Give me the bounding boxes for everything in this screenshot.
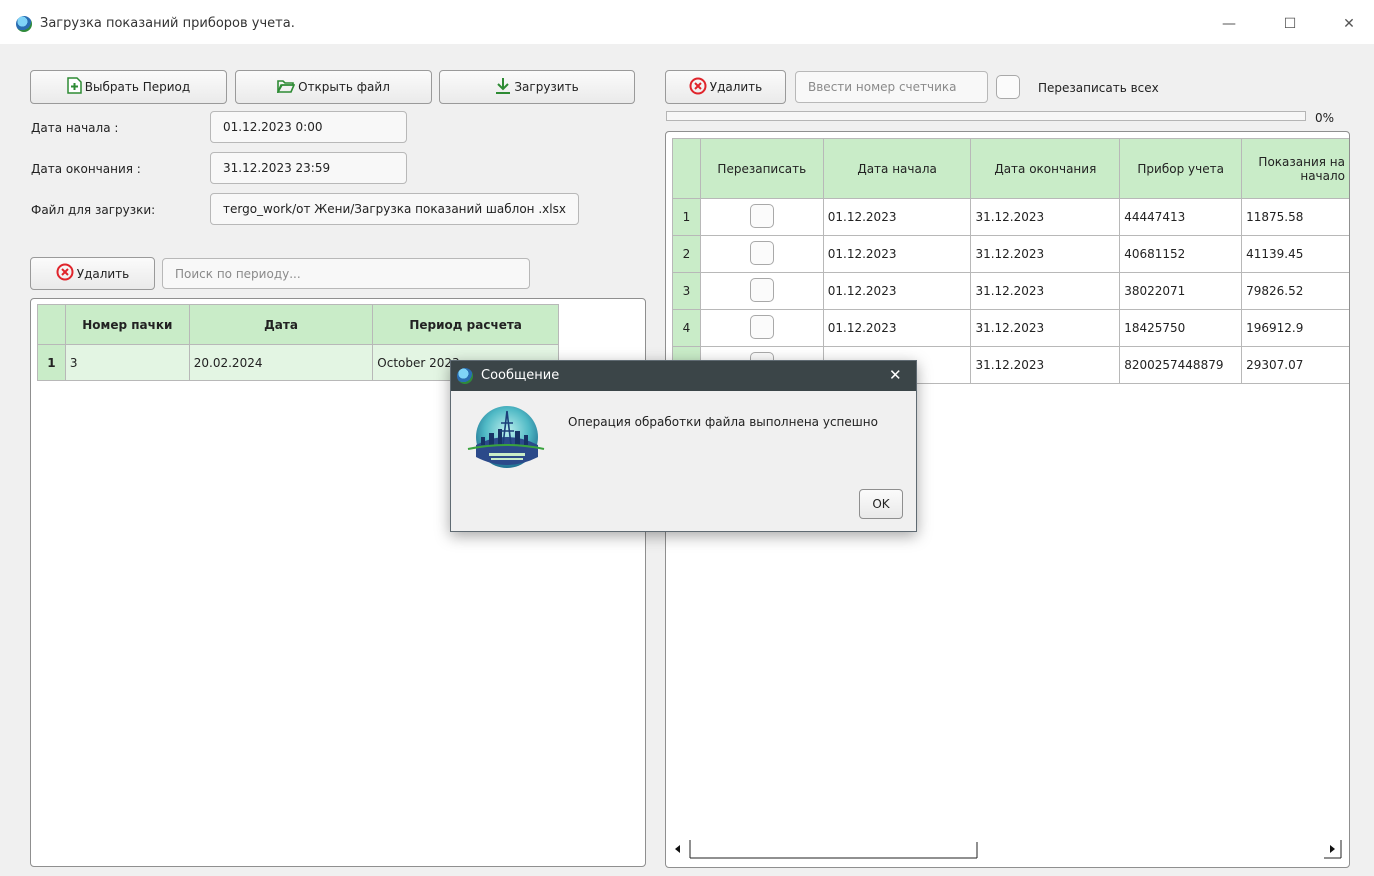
end-date-cell[interactable]: 31.12.2023 <box>970 309 1121 347</box>
app-window: Загрузка показаний приборов учета. — ☐ ✕… <box>0 0 1374 876</box>
table-row[interactable]: 1 01.12.2023 31.12.2023 44447413 11875.5… <box>672 198 1349 236</box>
reading-cell[interactable]: 196912.9 <box>1241 309 1349 347</box>
dialog-close-icon[interactable]: ✕ <box>889 366 902 384</box>
minimize-icon: — <box>1222 16 1236 32</box>
start-date-label: Дата начала : <box>31 121 119 135</box>
start-date-field[interactable]: 01.12.2023 0:00 <box>210 111 407 143</box>
file-label: Файл для загрузки: <box>31 203 156 217</box>
overwrite-all-label: Перезаписать всех <box>1038 81 1159 95</box>
end-date-cell[interactable]: 31.12.2023 <box>970 272 1121 310</box>
corner-cell <box>37 304 66 345</box>
end-date-cell[interactable]: 31.12.2023 <box>970 198 1121 236</box>
reading-cell[interactable]: 79826.52 <box>1241 272 1349 310</box>
start-date-cell[interactable]: 01.12.2023 <box>822 198 972 236</box>
readings-table: Перезаписать Дата начала Дата окончания … <box>672 138 1349 384</box>
scroll-left-arrow-icon[interactable] <box>675 845 680 853</box>
load-label: Загрузить <box>514 80 579 94</box>
download-icon <box>495 77 511 97</box>
overwrite-cell[interactable] <box>699 309 824 347</box>
open-file-label: Открыть файл <box>298 80 390 94</box>
end-date-label: Дата окончания : <box>31 162 141 176</box>
date-cell[interactable]: 20.02.2024 <box>188 344 374 381</box>
folder-open-icon <box>276 79 296 96</box>
end-date-cell[interactable]: 31.12.2023 <box>970 235 1121 273</box>
dialog-title-bar: Сообщение ✕ <box>451 361 916 391</box>
left-delete-label: Удалить <box>76 266 130 281</box>
open-file-button[interactable]: Открыть файл <box>235 70 432 104</box>
select-period-button[interactable]: Выбрать Период <box>30 70 227 104</box>
overwrite-cell[interactable] <box>699 272 824 310</box>
table-row[interactable]: 4 01.12.2023 31.12.2023 18425750 196912.… <box>672 309 1349 347</box>
column-header-date[interactable]: Дата <box>188 304 374 345</box>
overwrite-all-checkbox[interactable] <box>996 75 1020 99</box>
meter-cell[interactable]: 40681152 <box>1119 235 1243 273</box>
column-header-meter[interactable]: Прибор учета <box>1119 138 1243 199</box>
meter-cell[interactable]: 18425750 <box>1119 309 1243 347</box>
window-title: Загрузка показаний приборов учета. <box>40 16 295 31</box>
progress-percent: 0% <box>1315 111 1335 125</box>
row-number: 1 <box>672 198 701 236</box>
column-header-overwrite[interactable]: Перезаписать <box>699 138 824 199</box>
table-row[interactable]: 3 01.12.2023 31.12.2023 38022071 79826.5… <box>672 272 1349 310</box>
left-delete-button[interactable]: Удалить <box>30 257 155 290</box>
table-header-row: Перезаписать Дата начала Дата окончания … <box>672 138 1349 199</box>
row-number: 1 <box>37 344 66 381</box>
overwrite-checkbox[interactable] <box>749 203 774 228</box>
reading-cell[interactable]: 11875.58 <box>1241 198 1349 236</box>
end-date-cell[interactable]: 31.12.2023 <box>970 346 1121 384</box>
meter-number-input[interactable]: Ввести номер счетчика <box>795 71 988 103</box>
overwrite-cell[interactable] <box>699 198 824 236</box>
company-logo <box>467 403 545 475</box>
meter-cell[interactable]: 38022071 <box>1119 272 1243 310</box>
column-header-batch[interactable]: Номер пачки <box>64 304 190 345</box>
overwrite-checkbox[interactable] <box>749 240 774 265</box>
maximize-icon: ☐ <box>1283 16 1297 32</box>
meter-cell[interactable]: 8200257448879 <box>1119 346 1243 384</box>
table-row[interactable]: 2 01.12.2023 31.12.2023 40681152 41139.4… <box>672 235 1349 273</box>
corner-cell <box>672 138 701 199</box>
row-number: 3 <box>672 272 701 310</box>
close-icon: ✕ <box>1343 16 1355 32</box>
close-window-button[interactable]: ✕ <box>1326 9 1372 39</box>
minimize-button[interactable]: — <box>1206 9 1252 39</box>
column-header-period[interactable]: Период расчета <box>372 304 559 345</box>
row-number: 2 <box>672 235 701 273</box>
end-date-field[interactable]: 31.12.2023 23:59 <box>210 152 407 184</box>
select-period-label: Выбрать Период <box>84 80 191 94</box>
table-header-row: Номер пачки Дата Период расчета <box>37 304 559 345</box>
horizontal-scrollbar[interactable] <box>668 838 1344 860</box>
column-header-end-date[interactable]: Дата окончания <box>970 138 1121 199</box>
period-search-input[interactable]: Поиск по периоду... <box>162 258 530 289</box>
row-number: 4 <box>672 309 701 347</box>
add-file-icon <box>67 77 82 97</box>
start-date-cell[interactable]: 01.12.2023 <box>822 309 972 347</box>
maximize-button[interactable]: ☐ <box>1267 9 1313 39</box>
meter-cell[interactable]: 44447413 <box>1119 198 1243 236</box>
app-globe-icon <box>16 16 32 32</box>
dialog-title: Сообщение <box>481 368 560 383</box>
file-path-field[interactable]: тergo_work/от Жени/Загрузка показаний ша… <box>210 193 579 225</box>
column-header-start-date[interactable]: Дата начала <box>822 138 972 199</box>
dialog-globe-icon <box>457 368 473 384</box>
ok-button[interactable]: OK <box>859 489 903 519</box>
scroll-right-arrow-icon[interactable] <box>1330 845 1335 853</box>
reading-cell[interactable]: 29307.07 <box>1241 346 1349 384</box>
dialog-message: Операция обработки файла выполнена успеш… <box>568 415 878 429</box>
right-delete-label: Удалить <box>709 80 763 94</box>
batch-cell[interactable]: 3 <box>64 344 190 381</box>
overwrite-checkbox[interactable] <box>749 277 774 302</box>
reading-cell[interactable]: 41139.45 <box>1241 235 1349 273</box>
right-delete-button[interactable]: Удалить <box>665 70 786 104</box>
load-button[interactable]: Загрузить <box>439 70 635 104</box>
start-date-cell[interactable]: 01.12.2023 <box>822 235 972 273</box>
overwrite-cell[interactable] <box>699 235 824 273</box>
delete-circle-icon <box>689 77 707 98</box>
delete-circle-icon <box>56 263 74 284</box>
start-date-cell[interactable]: 01.12.2023 <box>822 272 972 310</box>
overwrite-checkbox[interactable] <box>749 314 774 339</box>
title-bar: Загрузка показаний приборов учета. — ☐ ✕ <box>0 0 1374 44</box>
column-header-reading[interactable]: Показания на начало <box>1241 138 1349 199</box>
progress-bar <box>666 111 1306 121</box>
message-dialog: Сообщение ✕ Операция обработки файла вып… <box>450 360 917 532</box>
